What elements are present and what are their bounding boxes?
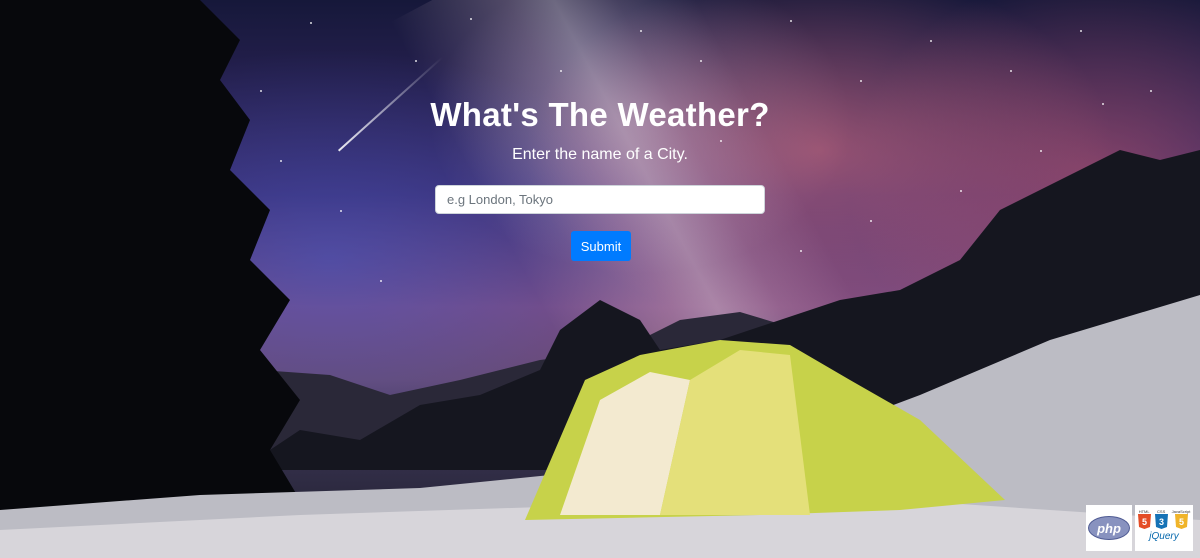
css3-shield: CSS 3 [1154, 509, 1168, 529]
page-subtitle: Enter the name of a City. [512, 146, 688, 163]
background-scene [0, 0, 1200, 558]
css3-icon: 3 [1154, 514, 1168, 529]
php-badge: php [1086, 505, 1132, 551]
city-input[interactable] [435, 185, 765, 214]
js-shield: JavaScript 5 [1172, 509, 1190, 529]
page-title: What's The Weather? [430, 96, 770, 133]
hero: What's The Weather? Enter the name of a … [0, 96, 1200, 164]
web-tech-badge: HTML 5 CSS 3 JavaScript 5 jQuery [1135, 505, 1193, 551]
html5-icon: 5 [1137, 514, 1151, 529]
js-glyph: 5 [1178, 517, 1183, 527]
landscape [0, 0, 1200, 558]
css3-glyph: 3 [1159, 517, 1164, 527]
jquery-logo: jQuery [1149, 531, 1179, 542]
javascript-icon: 5 [1174, 514, 1188, 529]
html5-glyph: 5 [1142, 517, 1147, 527]
html5-shield: HTML 5 [1137, 509, 1151, 529]
shield-row: HTML 5 CSS 3 JavaScript 5 [1135, 509, 1193, 529]
left-tree [0, 0, 300, 558]
submit-button[interactable]: Submit [571, 231, 631, 261]
php-logo: php [1088, 516, 1130, 540]
